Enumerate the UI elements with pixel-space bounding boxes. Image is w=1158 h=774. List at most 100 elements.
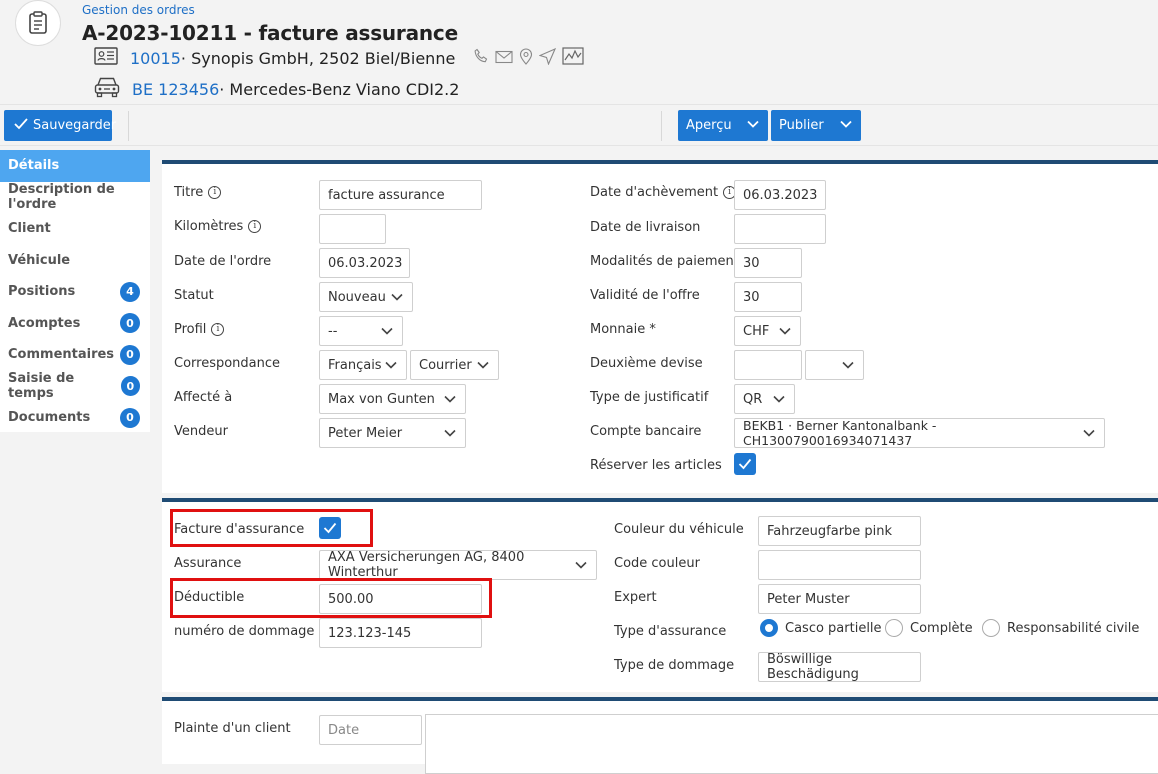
damage-type-input[interactable]: Böswillige Beschädigung (758, 652, 921, 682)
insurer-select[interactable]: AXA Versicherungen AG, 8400 Winterthur (319, 550, 597, 580)
complaint-textarea[interactable] (425, 714, 1158, 774)
chevron-down-icon (444, 429, 456, 437)
chevron-down-icon (575, 561, 587, 569)
voucher-type-select[interactable]: QR (734, 384, 795, 414)
highlight-box (170, 578, 492, 618)
damage-number-input[interactable]: 123.123-145 (319, 618, 482, 648)
chevron-down-icon (842, 361, 854, 369)
sidebar: Détails Description de l'ordre Client Vé… (0, 150, 150, 432)
sidebar-item-label: Client (8, 221, 51, 237)
sidebar-item-order-description[interactable]: Description de l'ordre (0, 182, 150, 214)
sidebar-item-label: Saisie de temps (8, 371, 75, 402)
profile-label: Profil i (174, 322, 225, 337)
sidebar-item-details[interactable]: Détails (0, 150, 150, 182)
vehicle-color-input[interactable]: Fahrzeugfarbe pink (758, 516, 921, 546)
second-currency-input[interactable] (734, 350, 802, 380)
currency-select[interactable]: CHF (734, 316, 801, 346)
insurance-panel: Facture d'assurance Assurance AXA Versic… (162, 498, 1158, 692)
vehicle-name: · Mercedes-Benz Viano CDI2.2 (219, 79, 460, 99)
info-icon[interactable]: i (208, 186, 222, 199)
delivery-date-label: Date de livraison (590, 220, 701, 235)
order-date-input[interactable]: 06.03.2023 (319, 248, 410, 278)
status-value: Nouveau (328, 289, 386, 305)
payment-terms-input[interactable]: 30 (734, 248, 802, 278)
chart-line-icon[interactable] (562, 47, 584, 69)
reserve-articles-checkbox[interactable] (734, 453, 756, 475)
preview-button[interactable]: Aperçu (678, 110, 768, 141)
save-label: Sauvegarder (33, 118, 117, 133)
chevron-down-icon (391, 293, 403, 301)
chevron-down-icon (839, 117, 853, 135)
expert-input[interactable]: Peter Muster (758, 584, 921, 614)
insurer-label: Assurance (174, 556, 242, 571)
sidebar-item-label: Positions (8, 284, 76, 300)
second-currency-select[interactable] (805, 350, 864, 380)
complaint-label: Plainte d'un client (174, 721, 291, 736)
vehicle-plate-link[interactable]: BE 123456 (132, 80, 219, 99)
publish-label: Publier (779, 118, 824, 133)
radio-label: Complète (910, 620, 973, 636)
sidebar-item-client[interactable]: Client (0, 213, 150, 245)
correspondence-language-select[interactable]: Français (319, 350, 407, 380)
sidebar-item-vehicle[interactable]: Véhicule (0, 245, 150, 277)
info-icon[interactable]: i (211, 323, 225, 336)
sidebar-item-time-tracking[interactable]: Saisie de temps 0 (0, 371, 150, 403)
breadcrumb[interactable]: Gestion des ordres (82, 3, 195, 17)
sidebar-item-documents[interactable]: Documents 0 (0, 402, 150, 434)
currency-value: CHF (743, 323, 770, 339)
radio-button[interactable] (982, 619, 1000, 637)
assigned-label: Affecté à (174, 390, 233, 405)
assigned-select[interactable]: Max von Gunten (319, 384, 466, 414)
phone-icon[interactable] (473, 48, 489, 68)
sidebar-item-deposits[interactable]: Acomptes 0 (0, 308, 150, 340)
radio-liability[interactable]: Responsabilité civile (982, 619, 1139, 637)
sidebar-item-label: Véhicule (8, 252, 71, 268)
bank-account-select[interactable]: BEKB1 · Berner Kantonalbank - CH13007900… (734, 418, 1105, 448)
radio-label: Casco partielle (785, 620, 882, 636)
insurance-type-label: Type d'assurance (614, 624, 727, 639)
profile-value: -- (328, 323, 338, 339)
status-select[interactable]: Nouveau (319, 282, 413, 312)
client-number-link[interactable]: 10015 (130, 49, 181, 68)
voucher-type-value: QR (743, 391, 763, 407)
color-code-label: Code couleur (614, 556, 700, 571)
sidebar-item-positions[interactable]: Positions 4 (0, 276, 150, 308)
info-icon[interactable]: i (248, 220, 262, 233)
second-currency-label: Deuxième devise (590, 356, 703, 371)
complaint-date-input[interactable]: Date (319, 715, 422, 745)
chevron-down-icon (779, 327, 791, 335)
chevron-down-icon (477, 361, 489, 369)
seller-select[interactable]: Peter Meier (319, 418, 466, 448)
vehicle-line: BE 123456 · Mercedes-Benz Viano CDI2.2 (94, 76, 459, 102)
map-pin-icon[interactable] (519, 48, 533, 69)
navigation-icon[interactable] (538, 47, 557, 69)
sidebar-item-comments[interactable]: Commentaires 0 (0, 339, 150, 371)
correspondence-mode-select[interactable]: Courrier (410, 350, 499, 380)
radio-button[interactable] (885, 619, 903, 637)
color-code-input[interactable] (758, 550, 921, 580)
client-line: 10015 · Synopis GmbH, 2502 Biel/Bienne (94, 47, 584, 69)
radio-casco-partial[interactable]: Casco partielle (760, 619, 882, 637)
sidebar-item-label: Commentaires (8, 347, 115, 363)
count-badge: 0 (120, 313, 140, 334)
radio-button[interactable] (760, 619, 778, 637)
car-icon (94, 76, 120, 102)
title-input[interactable]: facture assurance (319, 180, 482, 210)
publish-button[interactable]: Publier (771, 110, 861, 141)
chevron-down-icon (746, 117, 760, 135)
count-badge: 0 (120, 376, 140, 397)
completion-date-input[interactable]: 06.03.2023 (734, 180, 826, 210)
order-date-label: Date de l'ordre (174, 254, 272, 269)
save-button[interactable]: Sauvegarder (4, 110, 116, 141)
chevron-down-icon (444, 395, 456, 403)
profile-select[interactable]: -- (319, 316, 403, 346)
km-input[interactable] (319, 214, 386, 244)
sidebar-item-label: Description de l'ordre (8, 182, 115, 213)
delivery-date-input[interactable] (734, 214, 826, 244)
client-name: · Synopis GmbH, 2502 Biel/Bienne (180, 48, 456, 68)
vehicle-color-label: Couleur du véhicule (614, 522, 744, 537)
offer-validity-input[interactable]: 30 (734, 282, 802, 312)
correspondence-label: Correspondance (174, 356, 281, 371)
mail-icon[interactable] (495, 49, 513, 68)
radio-complete[interactable]: Complète (885, 619, 973, 637)
